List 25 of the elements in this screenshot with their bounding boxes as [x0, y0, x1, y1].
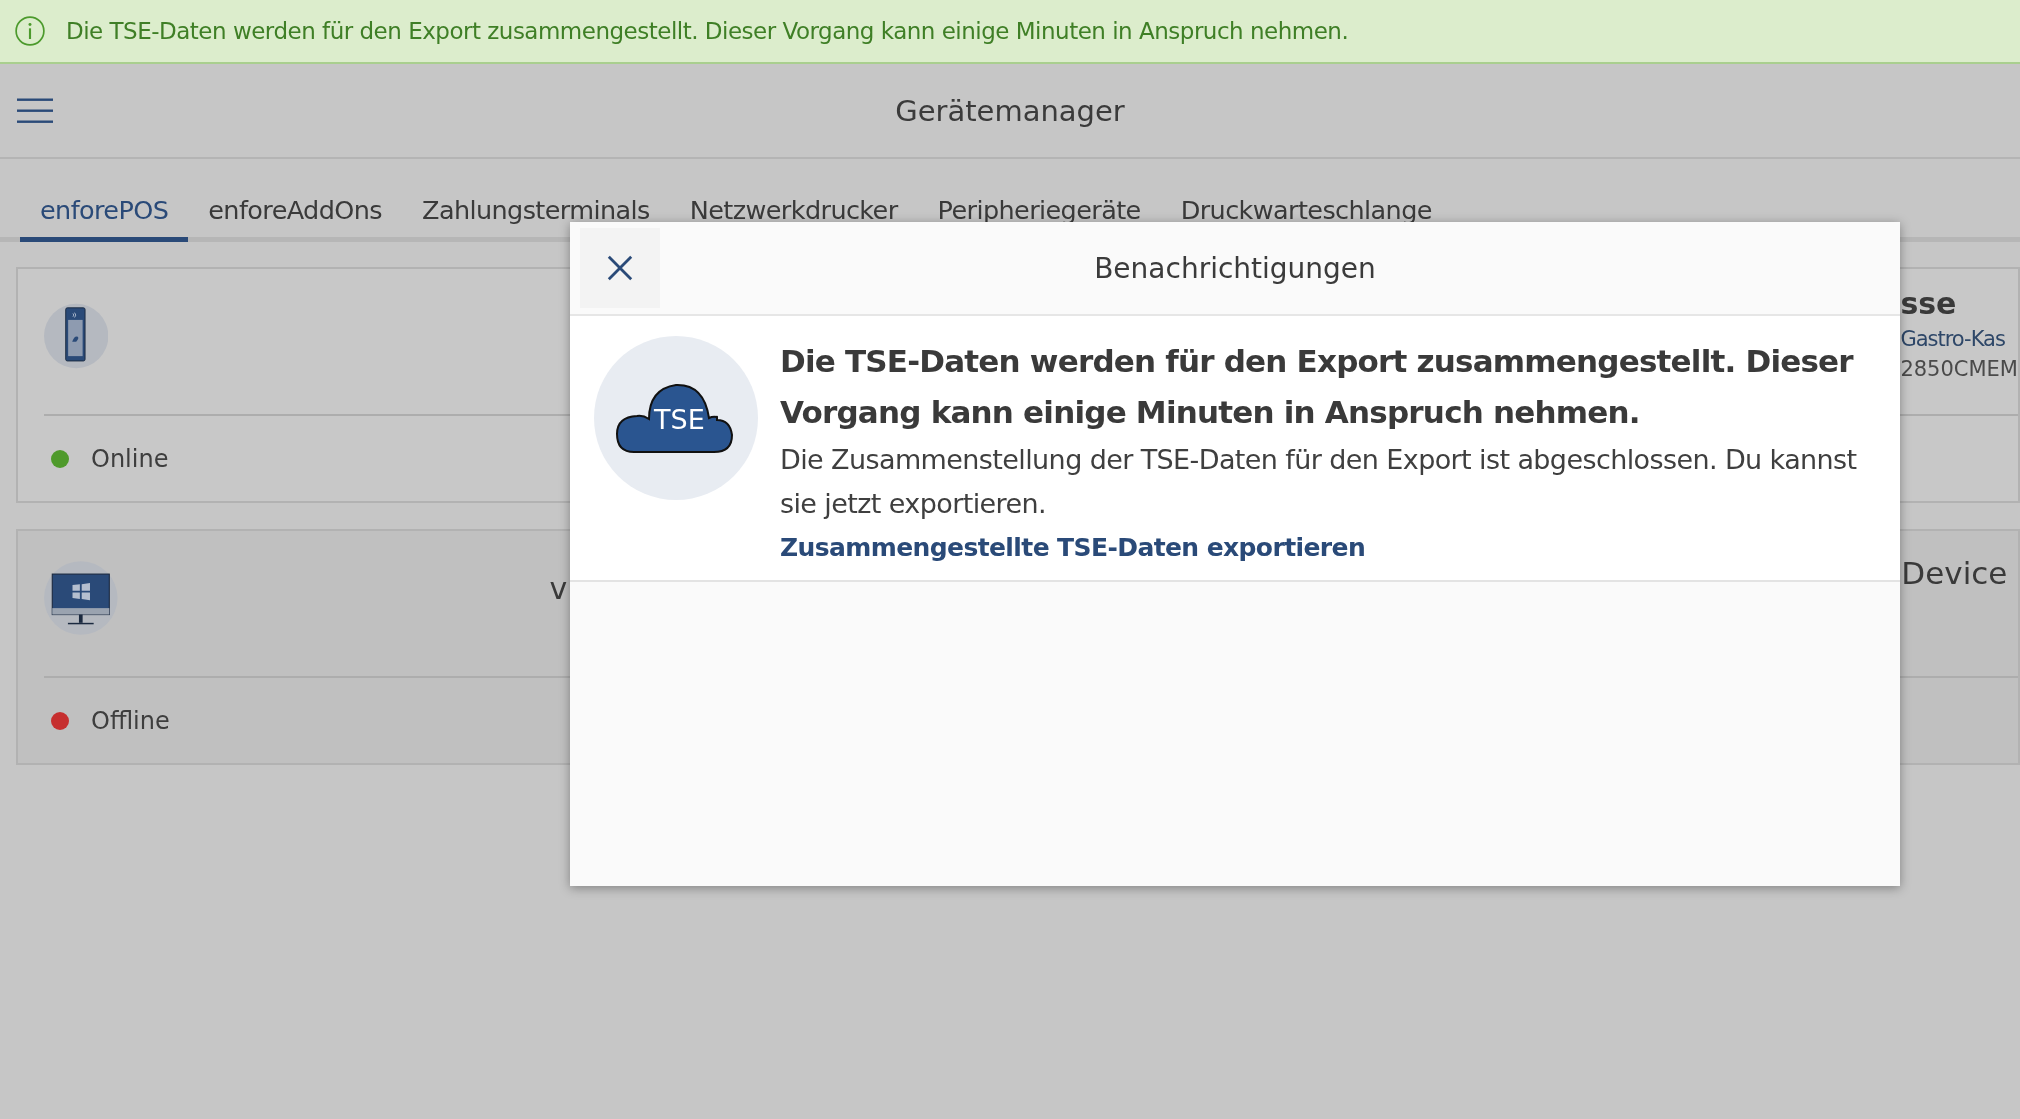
- notification-heading: Die TSE-Daten werden für den Export zusammengestellt. Dieser Vorgang kann einige Minuten in Anspruch nehmen.: [780, 342, 1855, 432]
- tab[interactable]: Zahlungsterminals: [402, 195, 670, 242]
- tab[interactable]: enforeAddOns: [188, 195, 402, 242]
- tab[interactable]: Netzwerkdrucker: [669, 195, 918, 242]
- serial-number: 2850CMEM: [1900, 357, 2018, 381]
- status-label: Online: [91, 444, 169, 473]
- close-button[interactable]: [580, 228, 660, 308]
- cloud-label: TSE: [654, 404, 705, 435]
- info-icon: [14, 15, 46, 47]
- export-link[interactable]: Zusammengestellte TSE-Daten exportieren: [780, 526, 1880, 570]
- tab[interactable]: enforePOS: [20, 195, 189, 242]
- menu-icon: [17, 97, 53, 124]
- status-label: Offline: [91, 706, 170, 735]
- page-title: Gerätemanager: [894, 93, 1126, 128]
- banner-message: Die TSE-Daten werden für den Export zusammengestellt. Dieser Vorgang kann einige Minuten in Anspruch nehmen.: [66, 18, 1349, 44]
- device-name: sse: [1900, 286, 1958, 321]
- menu-button[interactable]: [17, 97, 53, 124]
- close-icon: [606, 254, 634, 282]
- notification-text: Die Zusammenstellung der TSE-Daten für den Export ist abgeschlossen. Du kannst sie jetzt exportieren.: [780, 443, 1858, 521]
- dialog-title: Benachrichtigungen: [1093, 251, 1377, 285]
- tab[interactable]: Peripheriegeräte: [917, 195, 1161, 242]
- device-name: v: [549, 571, 568, 606]
- device-name: Device: [1901, 555, 2009, 591]
- device-type: Gastro-Kas: [1900, 327, 2006, 351]
- tab[interactable]: Druckwarteschlange: [1160, 195, 1452, 242]
